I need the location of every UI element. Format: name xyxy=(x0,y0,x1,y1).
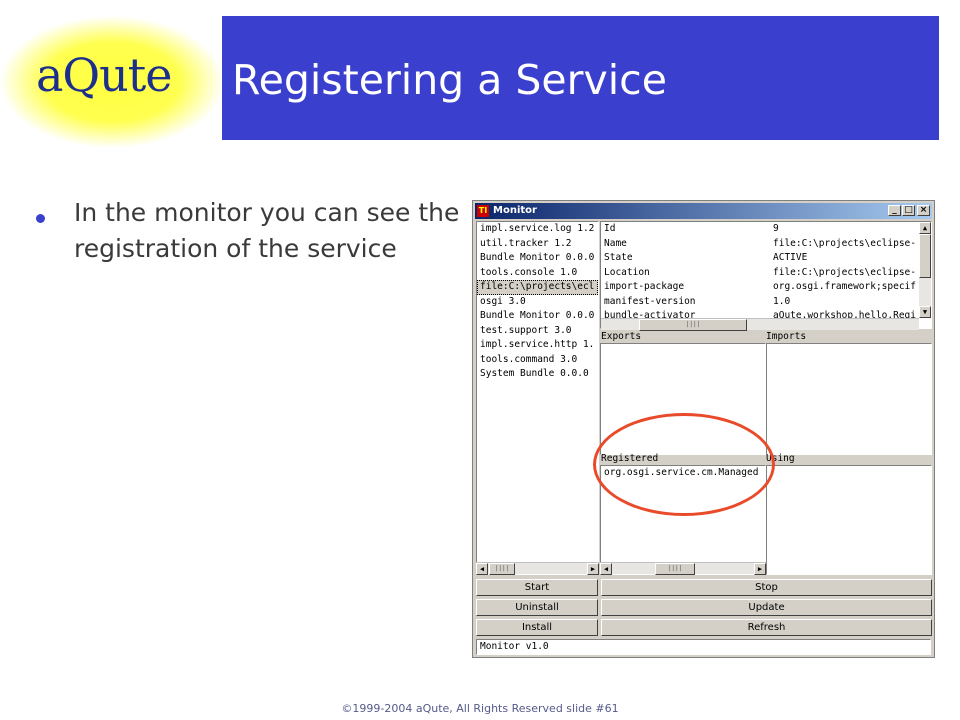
bundle-list-item[interactable]: util.tracker 1.2 xyxy=(477,237,598,252)
imports-label: Imports xyxy=(766,331,807,342)
bundle-list-item[interactable]: System Bundle 0.0.0 xyxy=(477,367,598,382)
properties-table[interactable]: Id 9 Name file:C:\projects\eclipse- State ACT… xyxy=(600,221,932,329)
app-icon: TI xyxy=(477,205,489,217)
footer: ©1999-2004 aQute, All Rights Reserved sl… xyxy=(341,702,619,715)
scroll-thumb[interactable]: |||| xyxy=(655,563,695,575)
logo-text: aQute xyxy=(36,48,172,102)
monitor-window: TI Monitor _ □ × impl.service.log 1.2 uti… xyxy=(472,200,935,658)
bundle-list-item[interactable]: tools.command 3.0 xyxy=(477,353,598,368)
property-key: Name xyxy=(604,237,627,249)
minimize-button[interactable]: _ xyxy=(888,205,901,216)
property-key: Location xyxy=(604,266,650,278)
update-button[interactable]: Update xyxy=(601,599,932,616)
property-row[interactable]: Id 9 xyxy=(601,222,931,237)
property-value: ACTIVE xyxy=(773,252,808,263)
property-row[interactable]: Name file:C:\projects\eclipse- xyxy=(601,237,931,252)
property-row[interactable]: import-package org.osgi.framework;specif xyxy=(601,280,931,295)
scroll-thumb[interactable]: |||| xyxy=(489,563,515,575)
bundle-list-item[interactable]: test.support 3.0 xyxy=(477,324,598,339)
property-value: 1.0 xyxy=(773,295,791,307)
property-key: Id xyxy=(604,223,616,234)
registered-label: Registered xyxy=(601,453,659,464)
property-value: file:C:\projects\eclipse- xyxy=(773,266,916,278)
scroll-left-arrow-icon[interactable]: ◀ xyxy=(476,563,488,575)
title-bar: Registering a Service xyxy=(222,16,939,140)
bullet-text: In the monitor you can see the registrat… xyxy=(74,198,460,263)
scroll-thumb[interactable] xyxy=(919,234,931,278)
uninstall-button[interactable]: Uninstall xyxy=(476,599,598,616)
bundle-list[interactable]: impl.service.log 1.2 util.tracker 1.2 Bund… xyxy=(476,221,599,575)
using-list[interactable] xyxy=(766,465,932,575)
window-title: Monitor xyxy=(493,205,537,216)
bundle-list-hscroll[interactable]: ◀ |||| ▶ xyxy=(476,562,599,575)
stop-button[interactable]: Stop xyxy=(601,579,932,596)
scroll-right-arrow-icon[interactable]: ▶ xyxy=(587,563,599,575)
scroll-right-arrow-icon[interactable]: ▶ xyxy=(754,563,766,575)
property-value: file:C:\projects\eclipse- xyxy=(773,237,916,249)
window-titlebar[interactable]: TI Monitor _ □ × xyxy=(475,203,932,219)
property-row[interactable]: Location file:C:\projects\eclipse- xyxy=(601,266,931,281)
maximize-button[interactable]: □ xyxy=(902,205,915,216)
property-value: 9 xyxy=(773,223,779,234)
registered-service-item[interactable]: org.osgi.service.cm.Managed xyxy=(601,466,765,481)
property-row[interactable]: State ACTIVE xyxy=(601,251,931,266)
slide-title: Registering a Service xyxy=(232,56,667,104)
property-value: org.osgi.framework;specif xyxy=(773,281,916,292)
scroll-up-arrow-icon[interactable]: ▲ xyxy=(919,222,931,234)
properties-hscroll[interactable]: |||| xyxy=(601,318,919,331)
refresh-button[interactable]: Refresh xyxy=(601,619,932,636)
start-button[interactable]: Start xyxy=(476,579,598,596)
bundle-list-item[interactable]: impl.service.log 1.2 xyxy=(477,222,598,237)
bullet-dot xyxy=(36,214,45,223)
bundle-list-item[interactable]: file:C:\projects\ecl xyxy=(477,280,598,295)
close-button[interactable]: × xyxy=(917,205,930,216)
scroll-down-arrow-icon[interactable]: ▼ xyxy=(919,306,931,318)
scroll-thumb[interactable]: |||| xyxy=(639,319,747,331)
using-label: Using xyxy=(766,453,795,464)
property-key: manifest-version xyxy=(604,295,696,307)
bundle-list-item[interactable]: Bundle Monitor 0.0.0 xyxy=(477,309,598,324)
install-button[interactable]: Install xyxy=(476,619,598,636)
logo: aQute xyxy=(0,0,224,150)
scroll-left-arrow-icon[interactable]: ◀ xyxy=(600,563,612,575)
property-key: import-package xyxy=(604,281,685,292)
status-bar: Monitor v1.0 xyxy=(476,639,931,655)
property-row[interactable]: manifest-version 1.0 xyxy=(601,295,931,310)
exports-list[interactable] xyxy=(600,343,766,455)
bundle-list-item[interactable]: osgi 3.0 xyxy=(477,295,598,310)
registered-hscroll[interactable]: ◀ |||| ▶ xyxy=(600,562,766,575)
bundle-list-item[interactable]: tools.console 1.0 xyxy=(477,266,598,281)
bundle-list-item[interactable]: Bundle Monitor 0.0.0 xyxy=(477,251,598,266)
exports-label: Exports xyxy=(601,331,642,342)
properties-vscroll[interactable]: ▲ ▼ xyxy=(919,222,931,318)
registered-list[interactable]: org.osgi.service.cm.Managed xyxy=(600,465,766,575)
property-key: State xyxy=(604,252,633,263)
bundle-list-item[interactable]: impl.service.http 1. xyxy=(477,338,598,353)
imports-list[interactable] xyxy=(766,343,932,455)
